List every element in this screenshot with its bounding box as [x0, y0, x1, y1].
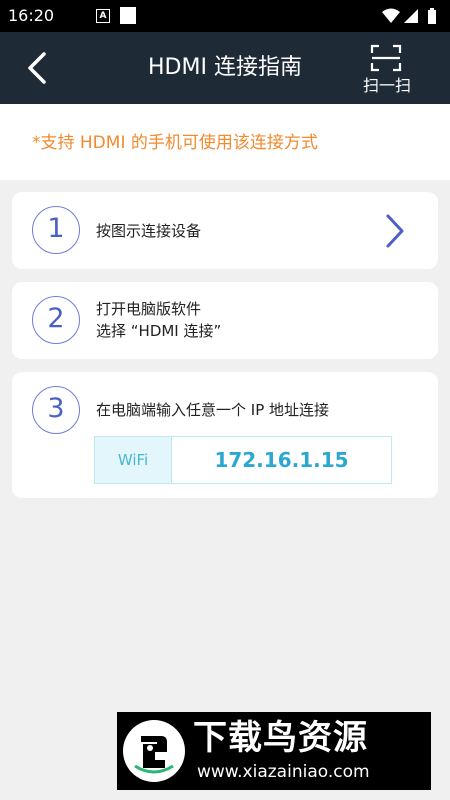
watermark-url: www.xiazainiao.com — [197, 762, 370, 782]
status-bar: 16:20 A — [0, 0, 450, 32]
step-1-text: 按图示连接设备 — [96, 222, 202, 240]
scan-icon — [370, 44, 402, 72]
wifi-icon — [382, 8, 400, 23]
scan-button[interactable]: 扫一扫 — [354, 40, 420, 100]
signal-icon — [404, 9, 418, 23]
network-type-label: WiFi — [95, 437, 172, 483]
hdmi-notice-text: *支持 HDMI 的手机可使用该连接方式 — [32, 133, 318, 153]
watermark-banner: 下载鸟资源 www.xiazainiao.com — [117, 712, 431, 790]
step-2-line-2: 选择 “HDMI 连接” — [96, 322, 222, 340]
step-number-1: 1 — [32, 206, 80, 254]
app-header: HDMI 连接指南 扫一扫 — [0, 32, 450, 104]
chevron-right-icon — [386, 214, 404, 248]
bird-logo-icon — [123, 720, 185, 782]
status-icons — [382, 8, 436, 24]
battery-icon — [428, 8, 436, 24]
step-2-line-1: 打开电脑版软件 — [96, 300, 202, 318]
step-1-card[interactable]: 1 按图示连接设备 — [12, 192, 438, 269]
square-notification-icon — [120, 7, 136, 24]
step-number-3: 3 — [32, 386, 80, 434]
notice-banner: *支持 HDMI 的手机可使用该连接方式 — [0, 104, 450, 180]
ip-address-value: 172.16.1.15 — [214, 448, 349, 472]
notification-a-icon: A — [96, 9, 110, 23]
watermark-title: 下载鸟资源 — [193, 718, 368, 758]
status-time: 16:20 — [8, 6, 55, 25]
step-3-card: 3 在电脑端输入任意一个 IP 地址连接 WiFi 172.16.1.15 — [12, 372, 438, 498]
ip-address-row[interactable]: WiFi 172.16.1.15 — [94, 436, 392, 484]
step-2-card: 2 打开电脑版软件 选择 “HDMI 连接” — [12, 282, 438, 359]
scan-label: 扫一扫 — [362, 76, 411, 95]
step-3-text: 在电脑端输入任意一个 IP 地址连接 — [96, 401, 330, 419]
step-number-2: 2 — [32, 296, 80, 344]
